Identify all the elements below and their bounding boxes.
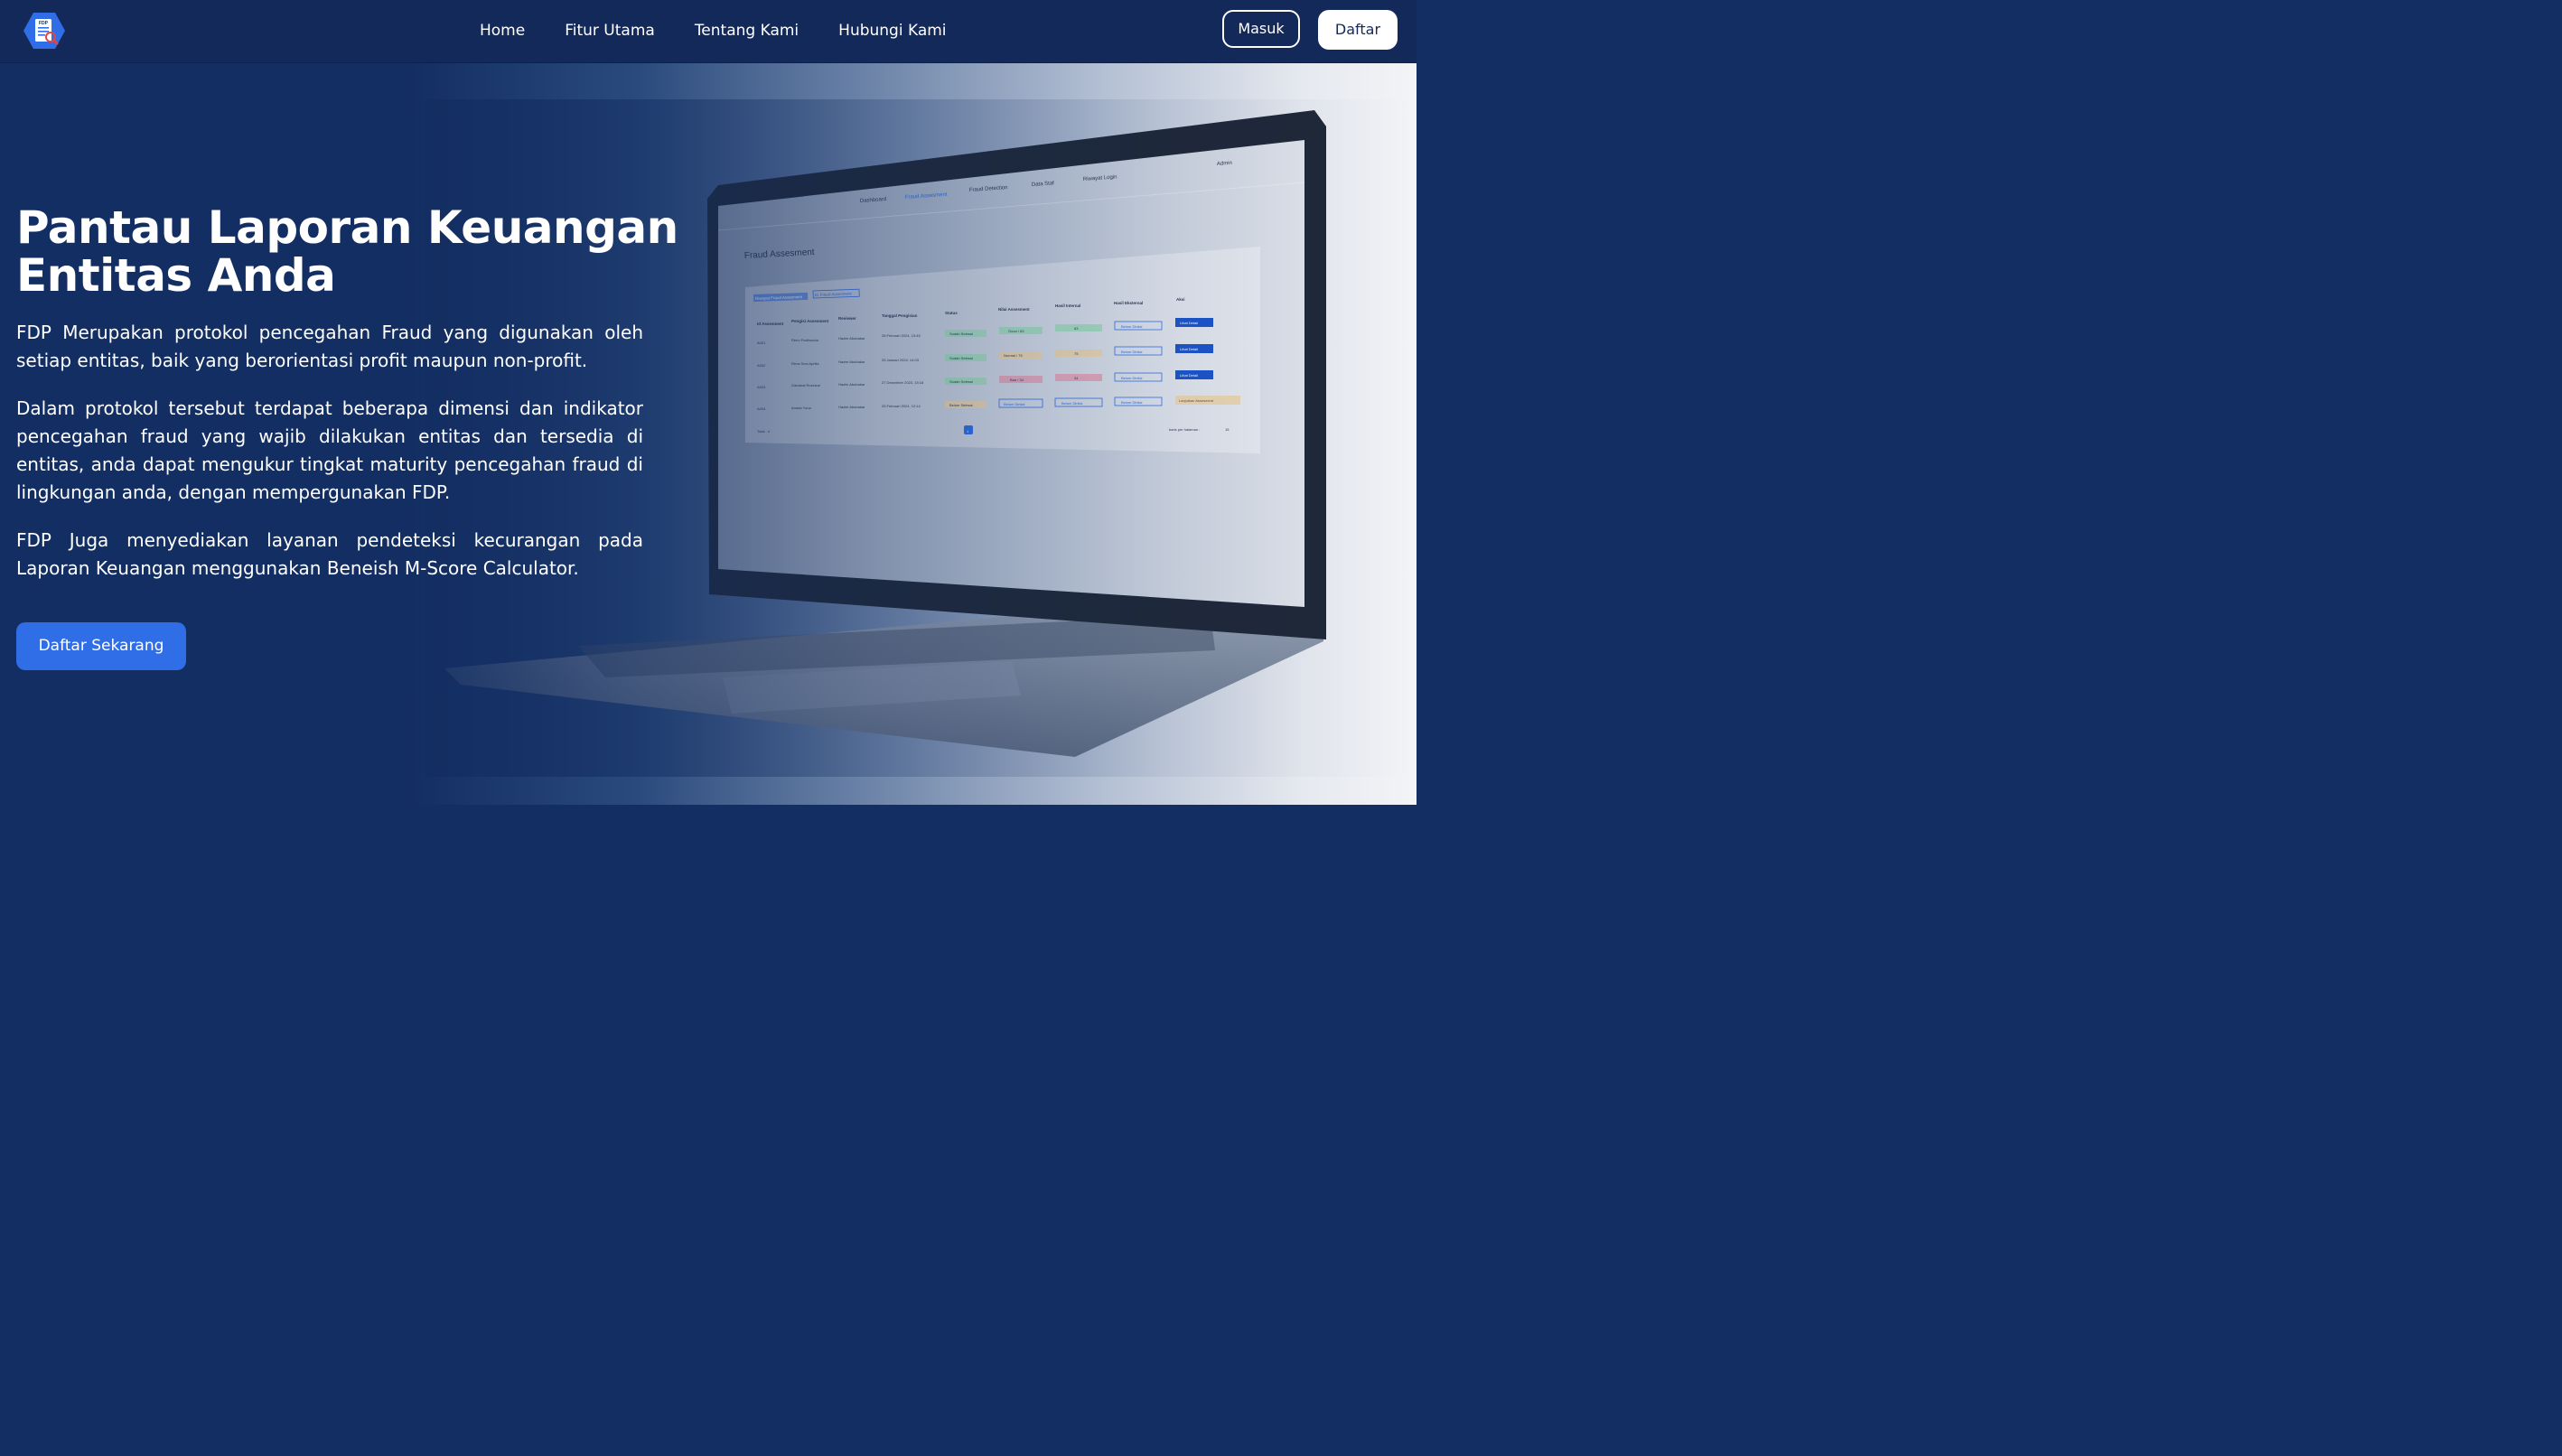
screen-rows-per-page-value: 15 xyxy=(1225,427,1230,432)
hero-title: Pantau Laporan Keuangan Entitas Anda xyxy=(16,204,678,300)
screen-cell: Belum Dinilai xyxy=(1121,400,1142,405)
screen-cell: 25 Februari 2024, 12:14 xyxy=(882,404,921,408)
screen-th-pengisi: Pengisi Assesment xyxy=(791,319,829,323)
screen-cell: 25 Januari 2024, 14:03 xyxy=(882,358,920,362)
screen-cell: Lihat Detail xyxy=(1180,347,1198,351)
hero-paragraph-3: FDP Juga menyediakan layanan pendeteksi … xyxy=(16,529,643,579)
screen-cell: Belum Dinilai xyxy=(1004,402,1024,406)
screen-cell: Bad / 34 xyxy=(1010,378,1024,382)
screen-cell: Normal / 75 xyxy=(1004,353,1023,358)
screen-cell: Belum Dinilai xyxy=(1121,376,1142,380)
logo-text: FDP xyxy=(39,21,49,26)
screen-th-reviewer: Reviewer xyxy=(838,316,856,321)
screen-cell: Lihat Detail xyxy=(1180,373,1198,378)
screen-cell: Reva Desi Aprilia xyxy=(791,361,819,366)
screen-cell: Belum Selesai xyxy=(949,403,973,407)
register-now-button[interactable]: Daftar Sekarang xyxy=(16,622,186,670)
nav-links: Home Fitur Utama Tentang Kami Hubungi Ka… xyxy=(480,20,986,42)
screen-th-status: Status xyxy=(945,311,958,315)
screen-total-label: Total : 4 xyxy=(757,429,771,434)
screen-cell: Hazim Abubakar xyxy=(838,405,865,409)
hero-paragraph-2: Dalam protokol tersebut terdapat beberap… xyxy=(16,397,643,503)
screen-cell: Sudah Selesai xyxy=(949,331,973,336)
screen-cell: Lihat Detail xyxy=(1180,321,1198,325)
screen-cell: Good / 83 xyxy=(1008,329,1024,333)
screen-th-tanggal: Tanggal Pengisian xyxy=(882,313,918,318)
screen-cell: A003 xyxy=(757,385,766,389)
screen-cell: Sudah Selesai xyxy=(949,379,973,384)
screen-cell: 27 Desember 2023, 15:18 xyxy=(882,380,924,385)
screen-cell: Hazim Abubakar xyxy=(838,382,865,387)
screen-th-eksternal: Hasil Eksternal xyxy=(1114,301,1143,305)
screen-th-aksi: Aksi xyxy=(1176,297,1185,302)
screen-cell: 75 xyxy=(1074,351,1079,356)
screen-cell: Reno Padimonta xyxy=(791,338,819,342)
nav-link-tentang-kami[interactable]: Tentang Kami xyxy=(695,20,799,42)
screen-cell: 83 xyxy=(1074,326,1079,331)
screen-th-id: Id Assesment xyxy=(757,322,784,326)
screen-th-nilai: Nilai Assesment xyxy=(998,307,1030,312)
screen-cell: Anada Yuna xyxy=(791,406,812,410)
fdp-logo-icon[interactable]: FDP xyxy=(23,12,65,50)
screen-cell: Hazim Abubakar xyxy=(838,336,865,341)
screen-rows-per-page: baris per halaman : xyxy=(1169,427,1200,432)
screen-cell: Zainanal Rozirizal xyxy=(791,383,820,387)
nav-link-home[interactable]: Home xyxy=(480,20,525,42)
screen-cell: 34 xyxy=(1074,376,1079,380)
screen-cell: Belum Dinilai xyxy=(1121,350,1142,354)
screen-cell: Belum Dinilai xyxy=(1061,401,1082,406)
hero-paragraph-1: FDP Merupakan protokol pencegahan Fraud … xyxy=(16,322,643,371)
screen-cell: A004 xyxy=(757,406,766,411)
nav-link-hubungi-kami[interactable]: Hubungi Kami xyxy=(838,20,946,42)
screen-cell: Belum Dinilai xyxy=(1121,324,1142,329)
screen-cell: 28 Februari 2024, 13:45 xyxy=(882,333,921,338)
screen-cell: Lanjutkan Assesment xyxy=(1179,398,1214,403)
nav-link-fitur-utama[interactable]: Fitur Utama xyxy=(565,20,655,42)
screen-cell: A001 xyxy=(757,341,766,345)
hero-title-line2: Entitas Anda xyxy=(16,249,336,302)
screen-cell: A002 xyxy=(757,363,766,368)
screen-th-internal: Hasil Internal xyxy=(1055,303,1080,308)
screen-cell: Sudah Selesai xyxy=(949,356,973,360)
navbar: FDP Home Fitur Utama Tentang Kami Hubung… xyxy=(0,0,1417,63)
login-button[interactable]: Masuk xyxy=(1222,10,1300,48)
register-button[interactable]: Daftar xyxy=(1318,10,1398,50)
screen-cell: Hazim Abubakar xyxy=(838,359,865,364)
screen-user-label: Admin xyxy=(1217,161,1232,167)
hero-title-line1: Pantau Laporan Keuangan xyxy=(16,201,678,254)
